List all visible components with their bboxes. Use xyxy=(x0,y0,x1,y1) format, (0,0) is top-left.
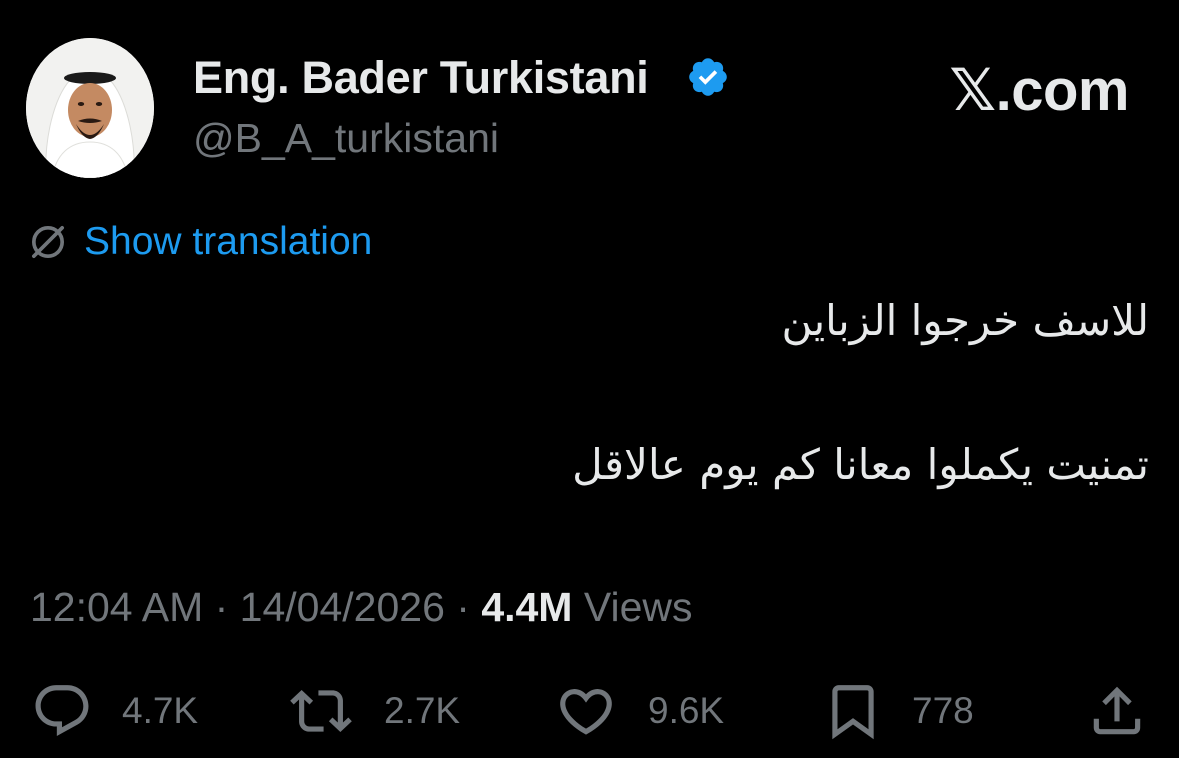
bookmark-icon xyxy=(832,685,874,740)
reply-count: 4.7K xyxy=(122,690,199,731)
display-name[interactable]: Eng. Bader Turkistani xyxy=(193,52,649,104)
heart-icon xyxy=(560,689,612,735)
globe-icon xyxy=(32,226,64,258)
meta-separator: · xyxy=(203,584,240,630)
reply-icon xyxy=(35,685,89,737)
action-bar: 4.7K 2.7K 9.6K 778 xyxy=(0,680,1179,742)
handle[interactable]: @B_A_turkistani xyxy=(193,115,499,162)
tweet-text-line: تمنيت يكملوا معانا كم يوم عالاقل xyxy=(572,440,1149,489)
meta-separator: · xyxy=(444,584,482,630)
show-translation-label[interactable]: Show translation xyxy=(84,220,372,264)
tweet-time[interactable]: 12:04 AM xyxy=(30,584,203,630)
like-button[interactable]: 9.6K xyxy=(552,680,724,742)
views-count: 4.4M xyxy=(481,584,573,630)
bookmark-button[interactable]: 778 xyxy=(822,680,974,742)
bookmark-count: 778 xyxy=(912,690,974,731)
share-icon xyxy=(1093,686,1141,735)
show-translation-button[interactable]: Show translation xyxy=(28,220,372,264)
verified-badge-icon xyxy=(689,58,727,96)
like-count: 9.6K xyxy=(648,690,725,731)
brand-logo: 𝕏.com xyxy=(949,58,1129,123)
share-button[interactable] xyxy=(1086,680,1148,742)
tweet-text-line: للاسف خرجوا الزباين xyxy=(781,296,1149,345)
reply-button[interactable]: 4.7K xyxy=(30,680,198,742)
tweet-date[interactable]: 14/04/2026 xyxy=(240,584,445,630)
views-label: Views xyxy=(583,584,693,630)
repost-icon xyxy=(290,690,352,732)
avatar[interactable] xyxy=(26,38,154,178)
tweet-meta: 12:04 AM · 14/04/2026 · 4.4M Views xyxy=(30,584,693,631)
repost-button[interactable]: 2.7K xyxy=(286,680,460,742)
repost-count: 2.7K xyxy=(384,690,461,731)
